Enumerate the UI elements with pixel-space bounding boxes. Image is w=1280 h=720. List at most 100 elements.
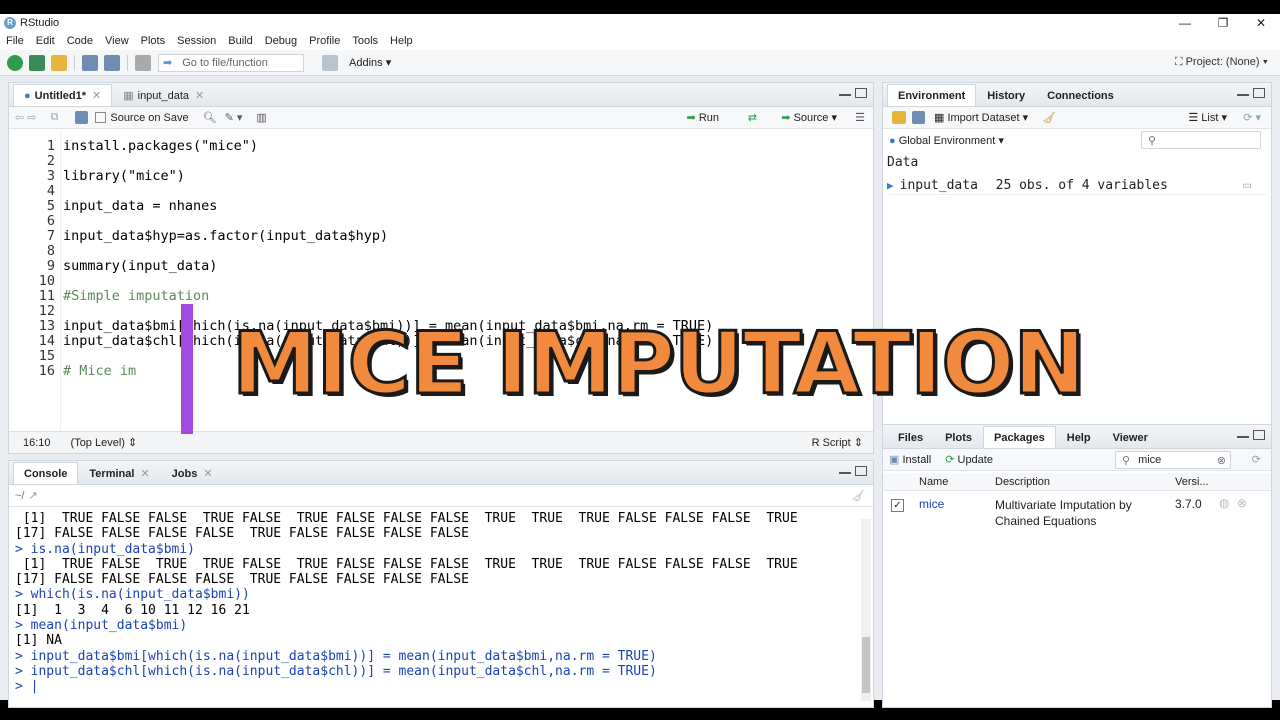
menu-file[interactable]: File: [6, 35, 24, 47]
tab-packages[interactable]: Packages: [982, 426, 1056, 448]
package-version: 3.7.0: [1175, 497, 1202, 511]
tab-label: input_data: [137, 89, 190, 102]
tab-jobs[interactable]: Jobs ✕: [161, 462, 224, 484]
column-name[interactable]: Name: [919, 476, 948, 488]
minimize-pane-icon[interactable]: [839, 466, 851, 474]
project-menu[interactable]: ⛶ Project: (None) ▾: [1175, 56, 1268, 69]
go-to-dir-icon[interactable]: ↗: [28, 489, 37, 502]
tab-label: Connections: [1047, 89, 1114, 102]
close-tab-icon[interactable]: ✕: [203, 467, 212, 480]
package-name-link[interactable]: mice: [919, 497, 944, 511]
tab-files[interactable]: Files: [887, 426, 934, 448]
tab-connections[interactable]: Connections: [1036, 84, 1125, 106]
menu-session[interactable]: Session: [177, 35, 216, 47]
compile-report-icon[interactable]: ▥: [256, 111, 266, 124]
package-loaded-checkbox[interactable]: ✓: [891, 499, 904, 512]
tab-input-data[interactable]: ▦ input_data ✕: [112, 84, 215, 106]
open-file-icon[interactable]: [51, 54, 67, 71]
tab-untitled1[interactable]: ● Untitled1* ✕: [13, 84, 113, 106]
minimize-button[interactable]: —: [1166, 14, 1204, 32]
maximize-button[interactable]: ❐: [1204, 14, 1242, 32]
environment-search-input[interactable]: ⚲: [1141, 131, 1261, 149]
view-table-icon[interactable]: ▭: [1243, 178, 1251, 193]
console-prompt[interactable]: > |: [15, 679, 861, 694]
column-description[interactable]: Description: [995, 476, 1050, 488]
packages-search-input[interactable]: ⚲ mice ⊗: [1115, 451, 1231, 469]
goto-file-input[interactable]: ➡ Go to file/function: [158, 53, 304, 72]
import-dataset-menu[interactable]: ▦ Import Dataset ▾: [934, 111, 1028, 124]
rerun-icon[interactable]: ⇄: [748, 111, 757, 124]
maximize-pane-icon[interactable]: [855, 466, 867, 476]
tab-console[interactable]: Console: [13, 462, 79, 484]
menu-help[interactable]: Help: [390, 35, 413, 47]
clear-broom-icon[interactable]: 🧹︎: [1042, 111, 1056, 124]
editor-statusbar: 16:10 (Top Level) ⇕ R Script ⇕: [9, 431, 873, 453]
package-web-icon[interactable]: ◍: [1219, 496, 1229, 510]
menu-plots[interactable]: Plots: [141, 35, 165, 47]
back-forward-icon[interactable]: ⇦ ⇨: [15, 111, 37, 124]
run-button[interactable]: ➡ Run: [687, 111, 719, 124]
code-line: 7 input_data$hyp=as.factor(input_data$hyp…: [9, 229, 873, 244]
source-button[interactable]: ➡ Source ▾: [781, 111, 837, 124]
menu-code[interactable]: Code: [67, 35, 93, 47]
new-project-icon[interactable]: [29, 54, 45, 71]
console-scrollbar[interactable]: [861, 519, 871, 701]
minimize-pane-icon[interactable]: [1237, 88, 1249, 96]
tab-history[interactable]: History: [976, 84, 1036, 106]
scrollbar-thumb[interactable]: [862, 637, 870, 693]
tab-plots[interactable]: Plots: [934, 426, 983, 448]
main-toolbar: ➡ Go to file/function Addins ▾ ⛶ Project…: [0, 50, 1280, 76]
save-workspace-icon[interactable]: [912, 111, 925, 124]
menu-build[interactable]: Build: [228, 35, 252, 47]
save-icon[interactable]: [82, 54, 98, 71]
tab-label: Untitled1*: [34, 89, 86, 102]
filetype-menu[interactable]: R Script ⇕: [812, 436, 863, 449]
menu-view[interactable]: View: [105, 35, 129, 47]
env-row-input-data[interactable]: ▶ input_data 25 obs. of 4 variables ▭: [887, 177, 1267, 195]
maximize-pane-icon[interactable]: [1253, 88, 1265, 98]
tab-environment[interactable]: Environment: [887, 84, 977, 106]
close-button[interactable]: ✕: [1242, 14, 1280, 32]
search-icon[interactable]: 🔍︎: [203, 111, 217, 124]
source-on-save-checkbox[interactable]: [95, 112, 107, 123]
console-output[interactable]: [1] TRUE FALSE FALSE TRUE FALSE TRUE FAL…: [9, 511, 861, 707]
minimize-pane-icon[interactable]: [1237, 430, 1249, 438]
menu-edit[interactable]: Edit: [36, 35, 55, 47]
outline-icon[interactable]: ☰: [855, 111, 865, 124]
menu-debug[interactable]: Debug: [265, 35, 297, 47]
refresh-icon[interactable]: ⟳: [1252, 453, 1261, 466]
update-button[interactable]: ⟳ Update: [945, 453, 993, 466]
addins-menu[interactable]: Addins ▾: [349, 56, 391, 69]
clear-console-icon[interactable]: 🧹︎: [851, 489, 865, 502]
refresh-icon[interactable]: ⟳ ▾: [1243, 111, 1261, 124]
close-tab-icon[interactable]: ✕: [92, 89, 101, 102]
tab-terminal[interactable]: Terminal ✕: [78, 462, 160, 484]
view-mode-menu[interactable]: ☰ List ▾: [1188, 111, 1227, 124]
scope-menu[interactable]: (Top Level) ⇕: [71, 436, 138, 449]
clear-search-icon[interactable]: ⊗: [1217, 454, 1226, 467]
close-tab-icon[interactable]: ✕: [140, 467, 149, 480]
scope-menu[interactable]: ● Global Environment ▾: [889, 134, 1004, 147]
remove-package-icon[interactable]: ⊗: [1237, 496, 1247, 510]
maximize-pane-icon[interactable]: [855, 88, 867, 98]
save-icon[interactable]: [75, 111, 89, 124]
close-tab-icon[interactable]: ✕: [195, 89, 204, 102]
tab-label: Environment: [898, 89, 966, 102]
menu-profile[interactable]: Profile: [309, 35, 340, 47]
grid-layout-icon[interactable]: [322, 54, 338, 71]
console-line: > input_data$chl[which(is.na(input_data$…: [15, 663, 657, 679]
minimize-pane-icon[interactable]: [839, 88, 851, 96]
maximize-pane-icon[interactable]: [1253, 430, 1265, 440]
print-icon[interactable]: [135, 54, 151, 71]
load-workspace-icon[interactable]: [892, 111, 906, 124]
save-all-icon[interactable]: [104, 54, 120, 71]
expand-icon[interactable]: ▶: [887, 179, 894, 192]
tab-help[interactable]: Help: [1056, 426, 1102, 448]
menu-tools[interactable]: Tools: [352, 35, 378, 47]
wand-icon[interactable]: ✎ ▾: [225, 111, 243, 124]
install-button[interactable]: ▣ Install: [889, 453, 931, 466]
show-in-window-icon[interactable]: ⧉: [51, 111, 59, 124]
new-file-icon[interactable]: [7, 54, 23, 71]
column-version[interactable]: Versi...: [1175, 476, 1209, 488]
tab-viewer[interactable]: Viewer: [1102, 426, 1159, 448]
